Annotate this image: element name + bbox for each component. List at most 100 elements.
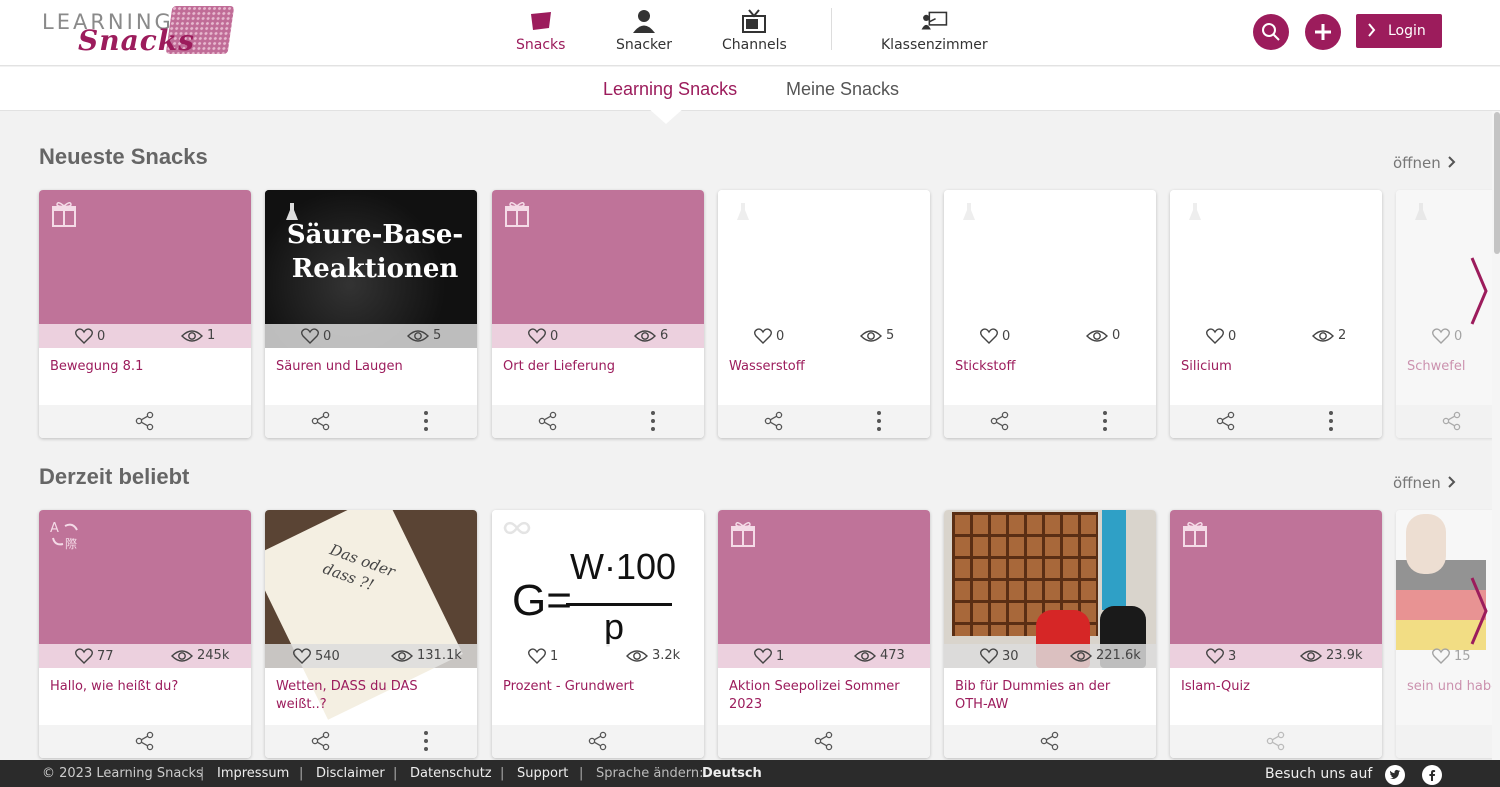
snack-card[interactable]: Säure-Base- Reaktionen 0 5 Säuren und Lau…	[265, 190, 477, 438]
more-vertical-icon[interactable]	[422, 410, 430, 432]
open-link-beliebt[interactable]: öffnen	[1393, 474, 1456, 492]
likes-count: 1	[754, 648, 784, 664]
footer-separator: |	[393, 766, 398, 781]
nav-channels[interactable]: Channels	[722, 8, 787, 53]
snack-card[interactable]: Das oder dass ?! 540 131.1k Wetten, DASS …	[265, 510, 477, 758]
share-icon[interactable]	[135, 411, 155, 431]
card-title[interactable]: Islam-Quiz	[1181, 678, 1371, 696]
eye-icon	[854, 650, 876, 662]
snack-card[interactable]: 0 2 Silicium	[1170, 190, 1382, 438]
language-select[interactable]: Deutsch	[702, 766, 762, 781]
snack-card[interactable]: 3 23.9k Islam-Quiz	[1170, 510, 1382, 758]
svg-text:A: A	[50, 521, 59, 536]
share-icon[interactable]	[814, 731, 834, 751]
snack-card[interactable]: 0 1 Bewegung 8.1	[39, 190, 251, 438]
share-icon[interactable]	[311, 731, 331, 751]
facebook-link[interactable]	[1422, 765, 1442, 785]
impressum-link[interactable]: Impressum	[217, 766, 289, 781]
snack-card[interactable]: 0 0 Stickstoff	[944, 190, 1156, 438]
learning-snacks-logo[interactable]: LEARNING Snacks	[42, 6, 242, 58]
translate-icon: A際	[50, 521, 78, 550]
more-vertical-icon[interactable]	[1101, 410, 1109, 432]
views-value: 2	[1338, 328, 1347, 343]
nav-snacks[interactable]: Snacks	[516, 8, 565, 53]
eye-icon	[1312, 330, 1334, 342]
share-icon[interactable]	[764, 411, 784, 431]
eye-icon	[1300, 650, 1322, 662]
views-count: 245k	[171, 648, 229, 663]
page-scrollbar-thumb[interactable]	[1494, 112, 1500, 254]
nav-klassenzimmer[interactable]: Klassenzimmer	[881, 8, 988, 53]
card-title[interactable]: Ort der Lieferung	[503, 358, 693, 376]
card-title[interactable]: sein und habe	[1407, 678, 1496, 696]
heart-icon	[75, 328, 93, 344]
card-title[interactable]: Säuren und Laugen	[276, 358, 466, 376]
card-title[interactable]: Schwefel	[1407, 358, 1496, 376]
snack-card[interactable]: 30 221.6k Bib für Dummies an der OTH-AW	[944, 510, 1156, 758]
carousel-next-arrow-icon[interactable]	[1468, 576, 1490, 646]
nav-snacker[interactable]: Snacker	[616, 8, 672, 53]
formula-numerator: W·100	[570, 546, 677, 587]
tab-learning-snacks[interactable]: Learning Snacks	[603, 79, 737, 100]
card-stats: 15	[1396, 644, 1496, 668]
share-icon[interactable]	[1040, 731, 1060, 751]
twitter-link[interactable]	[1385, 765, 1405, 785]
more-vertical-icon[interactable]	[1327, 410, 1335, 432]
snack-card[interactable]: 0 5 Wasserstoff	[718, 190, 930, 438]
card-title[interactable]: Wetten, DASS du DAS weißt..?	[276, 678, 466, 714]
carousel-next-arrow-icon[interactable]	[1468, 256, 1490, 326]
card-title[interactable]: Prozent - Grundwert	[503, 678, 693, 696]
datenschutz-link[interactable]: Datenschutz	[410, 766, 492, 781]
heart-icon	[754, 648, 772, 664]
search-button[interactable]	[1253, 14, 1289, 50]
tab-meine-snacks[interactable]: Meine Snacks	[786, 79, 899, 100]
add-button[interactable]	[1305, 14, 1341, 50]
page-footer: © 2023 Learning Snacks | Impressum | Dis…	[0, 760, 1500, 787]
open-link-neueste[interactable]: öffnen	[1393, 154, 1456, 172]
nav-divider	[831, 8, 832, 50]
views-value: 245k	[197, 648, 230, 663]
views-count: 221.6k	[1070, 648, 1141, 663]
card-title[interactable]: Wasserstoff	[729, 358, 919, 376]
language-label: Sprache ändern:	[596, 766, 704, 781]
snack-icon	[530, 12, 551, 30]
user-icon	[633, 10, 655, 33]
share-icon[interactable]	[1216, 411, 1236, 431]
snack-card[interactable]: A際 77 245k Hallo, wie heißt du?	[39, 510, 251, 758]
card-footer	[39, 725, 251, 758]
disclaimer-link[interactable]: Disclaimer	[316, 766, 385, 781]
snack-card[interactable]: 0 6 Ort der Lieferung	[492, 190, 704, 438]
card-stats: 0 0	[944, 324, 1156, 348]
more-vertical-icon[interactable]	[875, 410, 883, 432]
card-title[interactable]: Stickstoff	[955, 358, 1145, 376]
card-title[interactable]: Silicium	[1181, 358, 1371, 376]
share-icon[interactable]	[990, 411, 1010, 431]
card-title[interactable]: Hallo, wie heißt du?	[50, 678, 240, 696]
share-icon[interactable]	[588, 731, 608, 751]
chevron-right-icon	[1447, 476, 1455, 488]
card-title[interactable]: Bewegung 8.1	[50, 358, 240, 376]
section-title-beliebt: Derzeit beliebt	[39, 464, 190, 489]
share-icon[interactable]	[311, 411, 331, 431]
card-image-text: Säure-Base- Reaktionen	[285, 218, 465, 286]
more-vertical-icon[interactable]	[422, 730, 430, 752]
login-button[interactable]: Login	[1356, 14, 1442, 48]
support-link[interactable]: Support	[517, 766, 568, 781]
top-header: LEARNING Snacks Snacks Snacker Channels …	[0, 0, 1500, 66]
more-vertical-icon[interactable]	[649, 410, 657, 432]
twitter-icon	[1390, 769, 1401, 779]
likes-value: 0	[550, 329, 559, 344]
gift-icon	[52, 202, 76, 227]
views-count: 2	[1312, 328, 1346, 343]
gift-icon	[1183, 522, 1207, 547]
heart-icon	[980, 648, 998, 664]
views-value: 6	[660, 328, 669, 343]
share-icon[interactable]	[135, 731, 155, 751]
share-icon[interactable]	[538, 411, 558, 431]
snack-card[interactable]: G= W·100 p 1 3.2k Prozent - Grundwert	[492, 510, 704, 758]
card-title[interactable]: Aktion Seepolizei Sommer 2023	[729, 678, 919, 714]
share-icon[interactable]	[1266, 731, 1286, 751]
snack-card[interactable]: 1 473 Aktion Seepolizei Sommer 2023	[718, 510, 930, 758]
share-icon[interactable]	[1442, 411, 1462, 431]
card-title[interactable]: Bib für Dummies an der OTH-AW	[955, 678, 1145, 714]
